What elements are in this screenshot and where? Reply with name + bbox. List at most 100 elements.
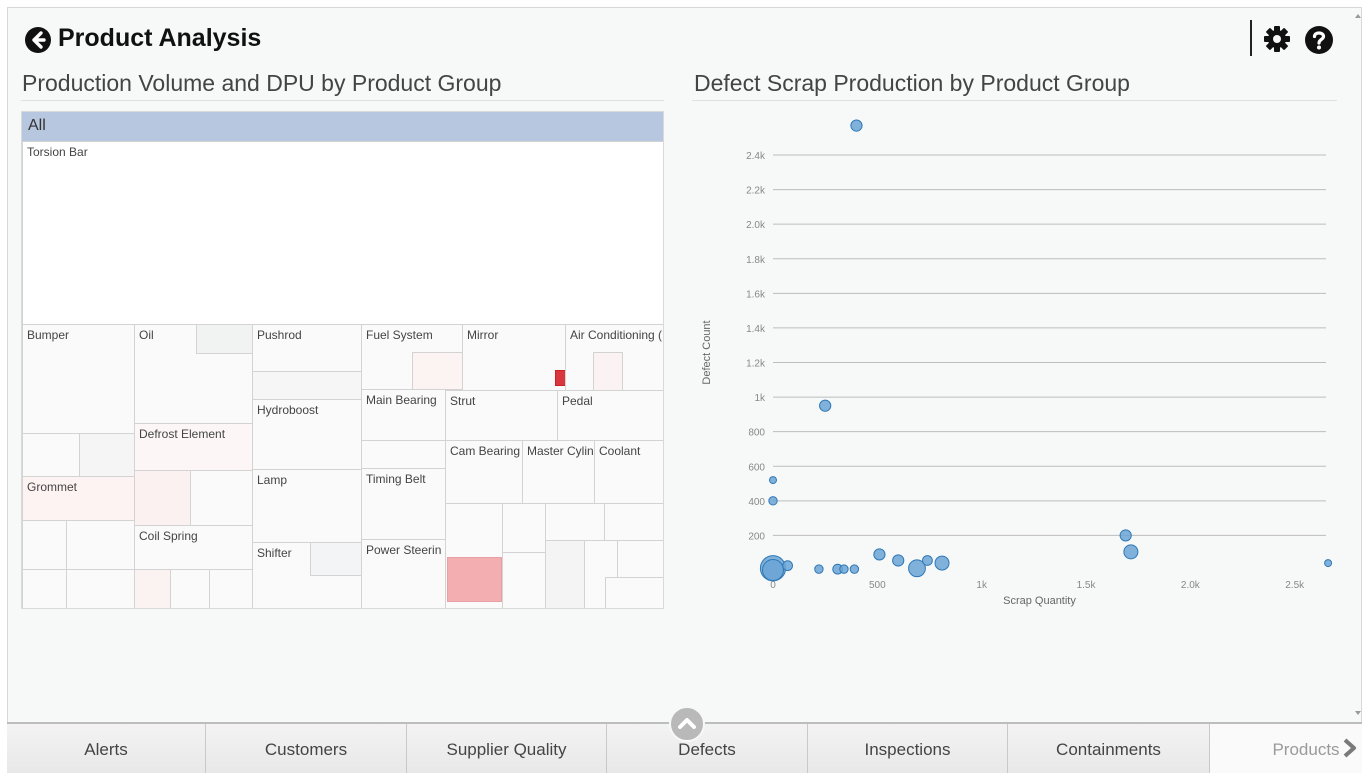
y-tick-label: 2.0k [746,220,766,231]
treemap-cell-coolant[interactable]: Coolant [594,440,663,504]
x-tick-label: 1k [976,580,988,591]
treemap-root-all[interactable]: All [22,112,663,141]
treemap-cell-hydroboost[interactable]: Hydroboost [252,399,362,470]
tab-alerts[interactable]: Alerts [7,724,206,773]
tab-supplier-quality[interactable]: Supplier Quality [407,724,607,773]
treemap-cell-mirror[interactable]: Mirror [462,324,566,391]
header-divider [1250,20,1252,56]
treemap-root-label: All [28,117,46,134]
data-point[interactable] [1123,544,1139,560]
treemap-label: Main Bearing [366,393,437,407]
treemap-cell[interactable] [79,433,135,477]
data-point[interactable] [1324,559,1333,568]
treemap-cell-main-bearing[interactable]: Main Bearing [361,389,446,441]
treemap-cell-lamp[interactable]: Lamp [252,469,362,543]
treemap-cell[interactable] [604,503,663,541]
treemap-cell[interactable] [502,552,546,608]
treemap-cell-master-cylinder[interactable]: Master Cylin [522,440,595,504]
back-arrow-icon[interactable] [25,27,51,53]
treemap-label: Air Conditioning ( [570,328,663,342]
data-point[interactable] [782,560,794,572]
treemap-cell-pedal[interactable]: Pedal [557,390,663,441]
treemap-label: Mirror [467,328,499,342]
treemap-cell[interactable] [190,470,253,526]
treemap-cell-cam-bearing[interactable]: Cam Bearing [445,440,523,504]
chevron-right-icon[interactable] [1340,737,1360,759]
treemap-cell-coil-spring[interactable]: Coil Spring [134,525,253,570]
treemap-cell-mid-dpu[interactable] [447,557,502,602]
treemap-cell[interactable] [66,569,135,608]
treemap-label: Pedal [562,394,593,408]
data-point[interactable] [814,564,824,574]
treemap-cell[interactable] [170,569,210,608]
treemap-cell[interactable] [22,433,80,477]
treemap-cell-timing-belt[interactable]: Timing Belt [361,468,446,540]
tab-customers[interactable]: Customers [206,724,407,773]
data-point[interactable] [849,564,860,574]
tab-containments[interactable]: Containments [1008,724,1210,773]
x-tick-label: 2.0k [1181,580,1201,591]
help-icon[interactable] [1304,25,1334,55]
data-point[interactable] [892,554,905,567]
defect-scrap-scatter-chart[interactable]: 200 400 600 800 1k 1.2k 1.4k 1.6k 1.8k 2.0k 2.2k 2.… [692,108,1340,618]
treemap-cell[interactable] [412,352,463,390]
treemap-cell-strut[interactable]: Strut [445,390,558,441]
data-point[interactable] [873,548,886,561]
treemap-label: Torsion Bar [27,145,88,159]
treemap-cell[interactable] [134,470,191,526]
treemap-cell[interactable] [310,542,362,576]
treemap-label: Power Steerin [366,543,442,557]
product-treemap[interactable]: All Torsion Bar Bumper Grommet Oil Defro… [21,111,664,609]
y-tick-label: 1.4k [746,324,766,335]
data-point[interactable] [762,559,784,581]
treemap-cell[interactable] [22,569,67,608]
data-point[interactable] [850,119,863,132]
tab-label: Defects [678,740,736,759]
treemap-label: Oil [139,328,154,342]
treemap-cell-defrost-element[interactable]: Defrost Element [134,423,253,471]
scatter-title-rule [692,100,1337,101]
data-point[interactable] [768,496,778,506]
treemap-cell[interactable] [134,569,171,608]
treemap-label: Shifter [257,546,292,560]
data-point[interactable] [769,476,777,485]
treemap-cell[interactable] [361,440,446,469]
y-tick-label: 200 [748,531,765,542]
treemap-cell-power-steering[interactable]: Power Steerin [361,539,446,608]
treemap-cell[interactable] [252,371,362,400]
treemap-label: Coil Spring [139,529,198,543]
y-tick-label: 1.6k [746,289,766,300]
treemap-label: Timing Belt [366,472,426,486]
gear-icon[interactable] [1262,24,1292,54]
data-point[interactable] [839,564,849,574]
treemap-cell[interactable] [66,520,135,570]
y-tick-label: 400 [748,497,765,508]
treemap-cell-bumper[interactable]: Bumper [22,324,135,434]
tab-inspections[interactable]: Inspections [808,724,1008,773]
treemap-cell[interactable] [605,577,663,608]
treemap-cell[interactable] [502,503,546,553]
treemap-cell-torsion-bar[interactable]: Torsion Bar [22,141,663,325]
tab-defects[interactable]: Defects [607,724,808,773]
x-tick-label: 500 [869,580,886,591]
treemap-title: Production Volume and DPU by Product Gro… [22,70,502,96]
treemap-cell-grommet[interactable]: Grommet [22,476,135,521]
tab-label: Containments [1056,740,1161,759]
treemap-cell[interactable] [196,324,253,354]
treemap-label: Defrost Element [139,427,226,441]
page-title: Product Analysis [58,24,262,52]
vertical-scrollbar[interactable] [1354,8,1362,722]
data-point[interactable] [819,399,832,412]
data-point[interactable] [922,555,933,566]
data-point[interactable] [934,555,950,571]
x-tick-label: 2.5k [1285,580,1305,591]
treemap-cell[interactable] [22,520,67,570]
treemap-label: Hydroboost [257,403,319,417]
treemap-cell[interactable] [593,352,623,391]
treemap-cell[interactable] [209,569,253,608]
collapse-chevron-up-icon[interactable] [669,706,705,742]
treemap-cell[interactable] [545,540,585,608]
treemap-cell[interactable] [545,503,605,541]
data-point[interactable] [1119,529,1132,542]
y-tick-label: 1k [754,393,766,404]
